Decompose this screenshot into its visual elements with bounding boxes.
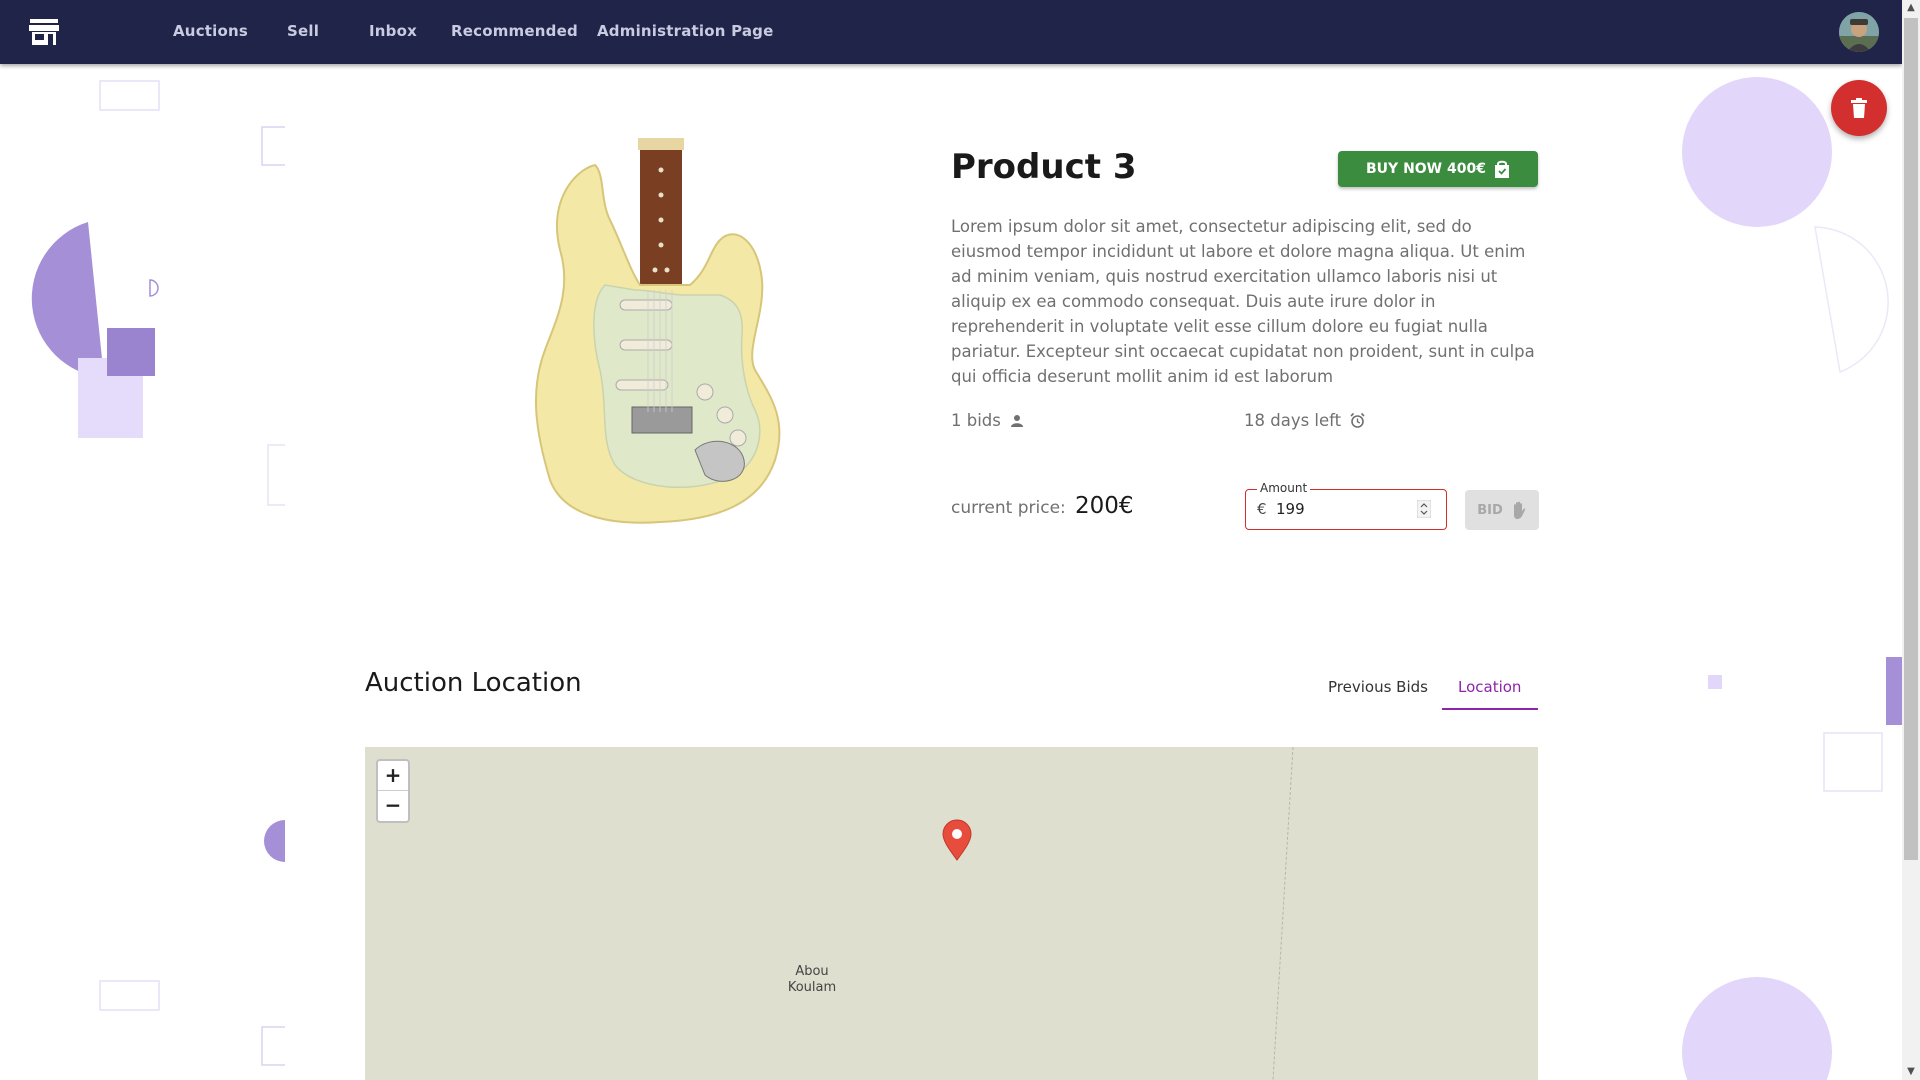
person-icon — [1010, 414, 1023, 427]
store-icon[interactable] — [29, 18, 59, 46]
bid-label: BID — [1477, 502, 1503, 518]
avatar-image — [1839, 12, 1879, 52]
nav-auctions[interactable]: Auctions — [173, 22, 248, 40]
location-map[interactable] — [365, 747, 1538, 1080]
map-place-label-line2: Koulam — [787, 980, 837, 995]
active-tab-indicator — [1442, 708, 1538, 710]
bids-count: 1 bids — [951, 411, 1025, 430]
nav-administration-page[interactable]: Administration Page — [597, 22, 774, 40]
buy-now-button[interactable]: BUY NOW 400€ — [1338, 151, 1538, 187]
buy-now-label: BUY NOW 400€ — [1366, 161, 1486, 177]
scroll-down-icon[interactable]: ▼ — [1902, 1064, 1920, 1080]
time-left: 18 days left — [1244, 411, 1366, 430]
product-title: Product 3 — [951, 147, 1137, 187]
map-place-label: Abou Koulam — [780, 964, 844, 996]
map-place-label-line1: Abou — [795, 964, 829, 979]
nav-sell[interactable]: Sell — [287, 22, 319, 40]
trash-icon — [1851, 98, 1867, 118]
currency-prefix: € — [1257, 500, 1267, 518]
time-left-text: 18 days left — [1244, 411, 1342, 430]
shopping-bag-icon — [1494, 160, 1509, 178]
map-zoom-control: + − — [376, 759, 410, 823]
amount-label: Amount — [1257, 481, 1311, 495]
bids-count-text: 1 bids — [951, 411, 1001, 430]
amount-value[interactable]: 199 — [1276, 500, 1305, 518]
auction-location-title: Auction Location — [365, 668, 582, 698]
delete-button[interactable] — [1831, 80, 1887, 136]
hand-icon — [1513, 501, 1525, 519]
bid-button[interactable]: BID — [1465, 490, 1539, 530]
tab-location[interactable]: Location — [1458, 678, 1521, 696]
alarm-clock-icon — [1350, 412, 1365, 428]
map-tiles — [1272, 747, 1294, 1080]
product-description: Lorem ipsum dolor sit amet, consectetur … — [951, 217, 1535, 386]
top-navbar: Auctions Sell Inbox Recommended Administ… — [0, 0, 1902, 64]
page-scrollbar[interactable]: ▲ ▼ — [1902, 0, 1920, 1080]
scroll-thumb[interactable] — [1904, 18, 1918, 860]
zoom-out-button[interactable]: − — [378, 791, 408, 820]
tab-previous-bids[interactable]: Previous Bids — [1328, 678, 1428, 696]
amount-spinner[interactable] — [1417, 500, 1431, 518]
current-price: 200€ — [1075, 493, 1134, 519]
zoom-in-button[interactable]: + — [378, 761, 408, 790]
map-pin-icon[interactable] — [941, 819, 973, 861]
avatar[interactable] — [1839, 12, 1879, 52]
nav-recommended[interactable]: Recommended — [451, 22, 578, 40]
nav-inbox[interactable]: Inbox — [369, 22, 417, 40]
product-image — [534, 138, 781, 524]
current-price-label: current price: — [951, 498, 1066, 518]
scroll-up-icon[interactable]: ▲ — [1902, 0, 1920, 16]
